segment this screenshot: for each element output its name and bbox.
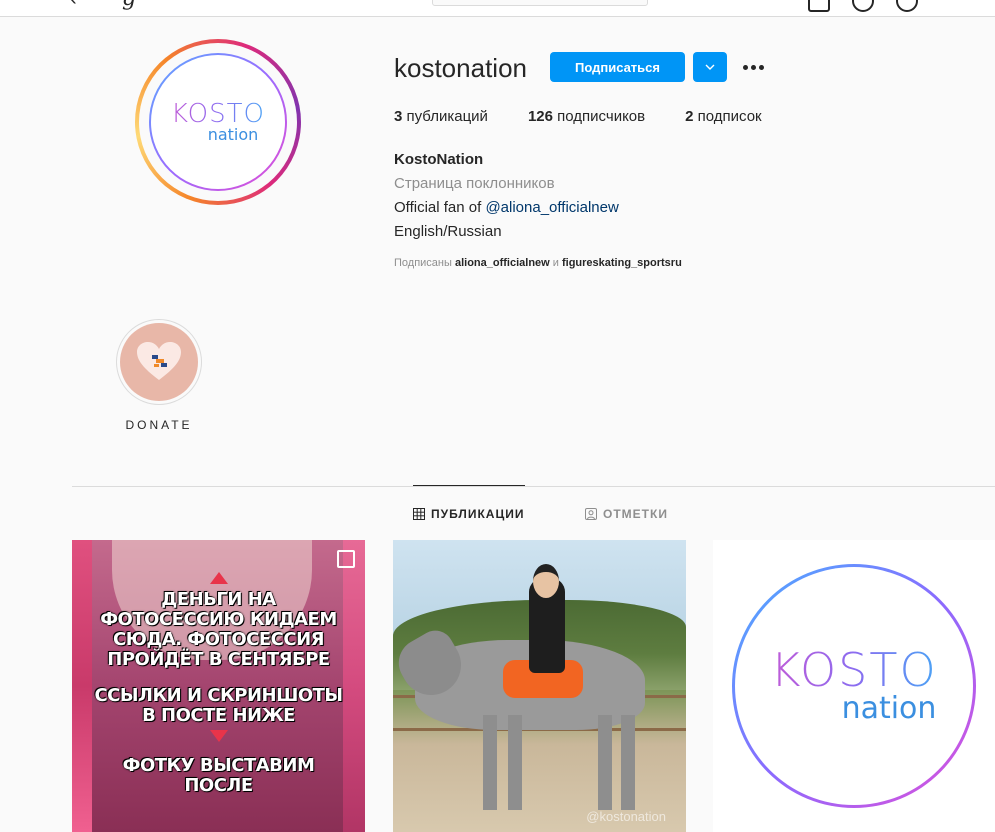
post-thumbnail-2[interactable]: @kostonation bbox=[393, 540, 686, 832]
post-logo-top-text: KOSTO bbox=[770, 643, 938, 697]
following-count[interactable]: 2 подписок bbox=[685, 108, 761, 125]
highlight-cover-ring bbox=[116, 319, 202, 405]
more-options-icon[interactable] bbox=[738, 56, 768, 78]
post-overlay-text: ДЕНЬГИ НА ФОТОСЕССИЮ КИДАЕМ СЮДА. ФОТОСЕ… bbox=[92, 572, 345, 812]
avatar-inner: KOSTO nation bbox=[139, 43, 297, 201]
tab-posts[interactable]: ПУБЛИКАЦИИ bbox=[413, 507, 524, 521]
followed-by[interactable]: Подписаны aliona_officialnew и figureska… bbox=[394, 257, 682, 269]
profile-full-name: KostoNation bbox=[394, 151, 484, 168]
following-count-label: подписок bbox=[697, 108, 762, 125]
follow-button[interactable]: Подписаться bbox=[550, 52, 685, 82]
post-thumbnail-1[interactable]: ДЕНЬГИ НА ФОТОСЕССИЮ КИДАЕМ СЮДА. ФОТОСЕ… bbox=[72, 540, 365, 832]
post-logo: KOSTO nation bbox=[735, 567, 973, 805]
photo-watermark: @kostonation bbox=[586, 809, 666, 824]
bio-line: Official fan of @aliona_officialnew bbox=[394, 196, 619, 220]
profile-avatar[interactable]: KOSTO nation bbox=[135, 39, 301, 205]
grid-icon bbox=[413, 508, 425, 520]
post-logo-ring: KOSTO nation bbox=[732, 564, 976, 808]
post-text-line-1: ДЕНЬГИ НА ФОТОСЕССИЮ КИДАЕМ СЮДА. ФОТОСЕ… bbox=[100, 589, 337, 670]
bio-text: Official fan of bbox=[394, 199, 486, 216]
triangle-up-icon bbox=[209, 572, 228, 584]
profile-username: kostonation bbox=[394, 53, 527, 83]
avatar-logo: KOSTO nation bbox=[151, 55, 285, 189]
highlight-label: DONATE bbox=[125, 418, 193, 432]
horse-leg bbox=[508, 715, 522, 810]
direct-messages-icon[interactable] bbox=[808, 0, 830, 12]
profile-category: Страница поклонников bbox=[394, 175, 555, 192]
posts-count-label: публикаций bbox=[406, 108, 488, 125]
avatar-logo-bottom-text: nation bbox=[207, 125, 259, 144]
followers-count[interactable]: 126 подписчиков bbox=[528, 108, 645, 125]
suggested-accounts-button[interactable] bbox=[693, 52, 727, 82]
bio-language: English/Russian bbox=[394, 223, 502, 240]
post-logo-bottom-text: nation bbox=[841, 691, 937, 726]
following-count-value: 2 bbox=[685, 108, 694, 125]
posts-count-value: 3 bbox=[394, 108, 403, 125]
followed-by-conjunction: и bbox=[549, 257, 562, 269]
tab-tagged[interactable]: ОТМЕТКИ bbox=[585, 507, 668, 521]
avatar-logo-top-text: KOSTO bbox=[171, 99, 265, 129]
triangle-down-icon bbox=[209, 730, 228, 742]
explore-icon[interactable] bbox=[852, 0, 874, 12]
profile-bio: KostoNation Страница поклонников Officia… bbox=[394, 148, 619, 244]
horse-leg bbox=[621, 715, 635, 810]
horse-leg bbox=[598, 715, 612, 810]
tab-posts-label: ПУБЛИКАЦИИ bbox=[431, 507, 525, 521]
heart-icon bbox=[137, 342, 181, 380]
post-text-line-2: ССЫЛКИ И СКРИНШОТЫ В ПОСТЕ НИЖЕ bbox=[94, 685, 343, 726]
flowers-left bbox=[72, 540, 92, 832]
tabs-divider bbox=[72, 486, 995, 487]
horse-leg bbox=[483, 715, 497, 810]
avatar-logo-ring: KOSTO nation bbox=[149, 53, 287, 191]
carousel-icon bbox=[337, 550, 355, 568]
followers-count-value: 126 bbox=[527, 108, 553, 125]
chevron-down-icon bbox=[705, 64, 715, 70]
tab-tagged-label: ОТМЕТКИ bbox=[603, 507, 668, 521]
story-highlight[interactable]: DONATE bbox=[115, 319, 203, 432]
posts-count: 3 публикаций bbox=[394, 108, 488, 125]
profile-stats: 3 публикаций 126 подписчиков 2 подписок bbox=[394, 108, 802, 125]
search-input[interactable] bbox=[432, 0, 648, 6]
instagram-logo[interactable]: g bbox=[122, 0, 136, 11]
followed-by-prefix: Подписаны bbox=[394, 257, 455, 269]
followed-by-user-1: aliona_officialnew bbox=[454, 257, 550, 269]
bio-mention-link[interactable]: @aliona_officialnew bbox=[485, 199, 618, 216]
top-nav-bar: ‹ g bbox=[0, 0, 995, 17]
nav-icons bbox=[808, 0, 918, 12]
post-thumbnail-3[interactable]: KOSTO nation bbox=[713, 540, 995, 832]
highlight-cover bbox=[120, 323, 198, 401]
flowers-right bbox=[343, 540, 365, 832]
back-arrow-icon[interactable]: ‹ bbox=[70, 0, 77, 11]
followers-count-label: подписчиков bbox=[557, 108, 646, 125]
followed-by-user-2: figureskating_sportsru bbox=[561, 257, 682, 269]
rider-head bbox=[533, 564, 559, 598]
activity-icon[interactable] bbox=[896, 0, 918, 12]
post-text-line-3: ФОТКУ ВЫСТАВИМ ПОСЛЕ bbox=[122, 755, 315, 796]
tagged-user-icon bbox=[585, 508, 597, 520]
active-tab-indicator bbox=[413, 485, 525, 486]
